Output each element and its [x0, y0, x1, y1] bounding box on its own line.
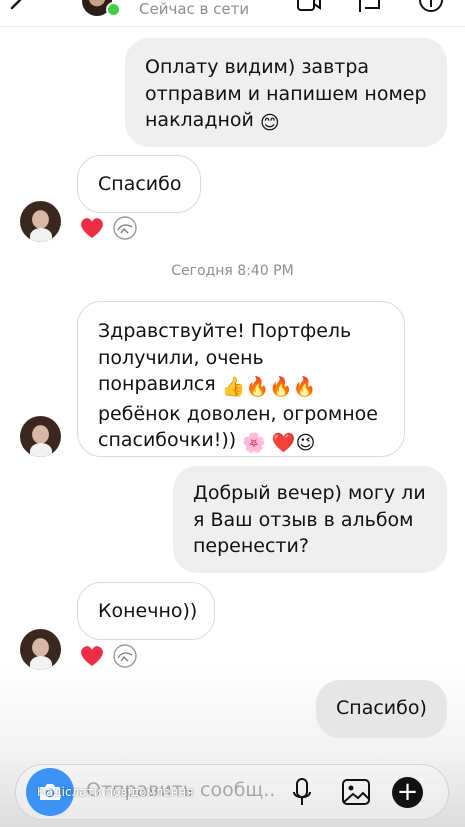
message-text: Добрый вечер) могу ли я Ваш отзыв в альб…: [193, 482, 426, 557]
message-outgoing[interactable]: Спасибо): [316, 680, 447, 738]
back-icon[interactable]: [6, 0, 28, 18]
message-text: Конечно)): [98, 600, 198, 622]
message-text: Оплату видим) завтра отправим и напишем …: [145, 56, 427, 131]
message-incoming[interactable]: Конечно)): [77, 582, 215, 640]
smiling-emoji: 😊: [259, 112, 280, 134]
info-icon[interactable]: [418, 0, 444, 14]
gallery-icon[interactable]: [341, 777, 371, 807]
online-status-text: Сейчас в сети: [139, 0, 250, 18]
message-text: ребёнок доволен, огромное спасибочки!)): [98, 402, 378, 452]
message-incoming[interactable]: Спасибо: [77, 155, 201, 213]
message-timestamp: Сегодня 8:40 PM: [171, 263, 294, 279]
message-outgoing[interactable]: Добрый вечер) могу ли я Ваш отзыв в альб…: [173, 466, 447, 573]
chat-header: Сейчас в сети: [0, 0, 465, 27]
contact-avatar[interactable]: [20, 201, 61, 242]
message-text: Спасибо: [98, 173, 182, 195]
online-status-dot: [106, 2, 121, 17]
flag-icon[interactable]: [357, 0, 383, 14]
heart-wink-emoji: ❤️😉: [271, 432, 316, 454]
emoji-sequence: 👍🔥🔥🔥: [221, 376, 317, 398]
contact-avatar[interactable]: [20, 416, 61, 457]
sticker-reaction-icon[interactable]: [112, 215, 138, 241]
overlay-caption: Надіслати повідомлення: [37, 785, 194, 799]
message-outgoing[interactable]: Оплату видим) завтра отправим и напишем …: [125, 38, 447, 147]
heart-reaction-icon[interactable]: [79, 216, 105, 240]
video-call-icon[interactable]: [296, 0, 322, 14]
plus-icon: +: [396, 777, 419, 807]
add-button[interactable]: +: [392, 777, 423, 808]
microphone-icon[interactable]: [290, 777, 314, 809]
message-incoming[interactable]: Здравствуйте! Портфель получили, очень п…: [77, 301, 405, 457]
message-text: Спасибо): [336, 697, 427, 719]
flower-emoji: 🌸: [242, 432, 266, 454]
